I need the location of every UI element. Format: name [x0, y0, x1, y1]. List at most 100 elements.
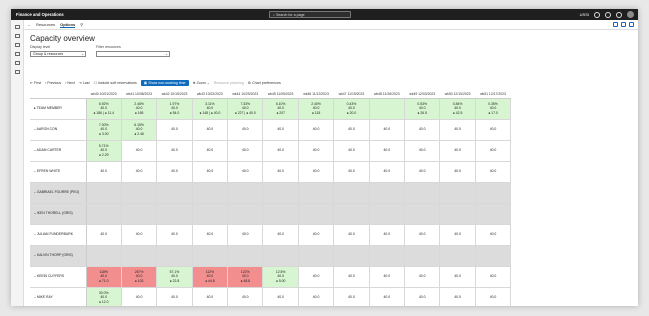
capacity-cell[interactable]: 40.0 — [439, 266, 476, 288]
capacity-cell[interactable] — [298, 245, 335, 267]
capacity-cell[interactable]: 40.0 — [369, 266, 406, 288]
table-row[interactable]: – AARON CON 7.00% 40.0 ● 3.00 6.15% 40.0 ● 2.4… — [30, 119, 512, 141]
capacity-cell[interactable] — [121, 182, 158, 204]
capacity-cell[interactable]: 40.0 — [475, 119, 512, 141]
capacity-cell[interactable]: 0.35% 40.0 ● 17.0 — [475, 98, 512, 120]
row-header[interactable]: – ADAM CARTER — [30, 140, 87, 162]
capacity-cell[interactable] — [475, 182, 512, 204]
capacity-cell[interactable]: 40.0 — [192, 287, 229, 306]
capacity-cell[interactable]: 7.00% 40.0 ● 3.00 — [86, 119, 122, 141]
capacity-cell[interactable]: 40.0 — [156, 224, 193, 246]
capacity-cell[interactable]: 40.0 — [439, 119, 476, 141]
workspaces-icon[interactable] — [14, 61, 20, 65]
capacity-cell[interactable]: 40.0 — [333, 140, 370, 162]
capacity-cell[interactable]: 40.0 — [475, 266, 512, 288]
back-button[interactable]: ← — [27, 22, 31, 27]
capacity-cell[interactable]: 2.40% 40.0 ● 115 — [298, 98, 335, 120]
display-level-select[interactable]: Group & resources ⌄ — [30, 51, 86, 57]
capacity-cell[interactable]: 40.0 — [156, 287, 193, 306]
capacity-cell[interactable] — [86, 203, 122, 225]
capacity-cell[interactable]: 40.0 — [262, 119, 299, 141]
capacity-cell[interactable]: 40.0 — [298, 161, 335, 183]
capacity-cell[interactable]: 40.0 — [369, 224, 406, 246]
capacity-cell[interactable]: 40.0 — [298, 287, 335, 306]
first-button[interactable]: ⇤ First — [30, 81, 41, 85]
capacity-cell[interactable]: 0.53% 40.0 ● 26.5 — [404, 98, 441, 120]
capacity-cell[interactable]: 40.0 — [404, 266, 441, 288]
capacity-cell[interactable]: 40.0 — [298, 140, 335, 162]
capacity-cell[interactable]: 40.0 — [369, 140, 406, 162]
search-icon[interactable]: ⚲ — [80, 22, 83, 27]
capacity-cell[interactable]: 30.0% 40.0 ● 12.0 — [86, 287, 122, 306]
capacity-cell[interactable]: 40.0 — [439, 140, 476, 162]
capacity-cell[interactable]: 6.10% 40.0 ● 207 — [262, 98, 299, 120]
action-resources[interactable]: Resources — [36, 22, 55, 27]
capacity-cell[interactable] — [192, 182, 229, 204]
capacity-cell[interactable]: 40.0 — [369, 119, 406, 141]
capacity-cell[interactable] — [227, 245, 264, 267]
capacity-cell[interactable]: 118% 40.0 ● 71.0 — [86, 266, 122, 288]
home-icon[interactable] — [14, 34, 20, 38]
capacity-cell[interactable] — [439, 182, 476, 204]
capacity-cell[interactable] — [333, 245, 370, 267]
capacity-cell[interactable]: 40.0 — [475, 224, 512, 246]
chart-preferences-button[interactable]: ⚙ Chart preferences — [248, 81, 281, 85]
capacity-cell[interactable] — [262, 203, 299, 225]
capacity-cell[interactable]: 40.0 — [156, 119, 193, 141]
capacity-cell[interactable]: 40.0 — [86, 161, 122, 183]
zoom-button[interactable]: ⊕ Zoom ⌄ — [193, 81, 210, 85]
capacity-cell[interactable]: 6.15% 40.0 ● 2.46 — [121, 119, 158, 141]
attach-icon[interactable] — [613, 22, 618, 27]
capacity-cell[interactable]: 40.0 — [439, 224, 476, 246]
capacity-cell[interactable]: 40.0 — [227, 140, 264, 162]
capacity-cell[interactable]: 1.97% 40.0 ● 54.0 — [156, 98, 193, 120]
action-options[interactable]: Options — [60, 22, 76, 28]
capacity-cell[interactable]: 40.0 — [156, 161, 193, 183]
capacity-cell[interactable]: 0.84% 40.0 ● 42.5 — [439, 98, 476, 120]
capacity-cell[interactable]: 40.0 — [439, 161, 476, 183]
capacity-cell[interactable]: 0.43% 40.0 ● 20.0 — [333, 98, 370, 120]
table-row[interactable]: ▸ TEAM MEMBER 6.92% 40.0 ● 186 | ● 11.4 2.46… — [30, 98, 512, 120]
capacity-cell[interactable]: 40.0 — [404, 224, 441, 246]
capacity-cell[interactable] — [227, 203, 264, 225]
row-header[interactable]: – AARON CON — [30, 119, 87, 141]
capacity-cell[interactable]: 257% 40.0 ● 103 — [121, 266, 158, 288]
notifications-icon[interactable] — [594, 11, 600, 18]
capacity-cell[interactable]: 40.0 — [227, 224, 264, 246]
last-button[interactable]: ⇥ Last — [79, 81, 90, 85]
capacity-cell[interactable]: 12.5% 40.0 ● 5.00 — [262, 266, 299, 288]
capacity-cell[interactable]: 40.0 — [262, 287, 299, 306]
capacity-cell[interactable] — [369, 245, 406, 267]
capacity-cell[interactable] — [262, 182, 299, 204]
capacity-cell[interactable]: 40.0 — [227, 287, 264, 306]
capacity-cell[interactable]: 40.0 — [404, 287, 441, 306]
capacity-cell[interactable] — [121, 203, 158, 225]
capacity-cell[interactable]: 57.1% 40.0 ● 22.8 — [156, 266, 193, 288]
capacity-cell[interactable] — [262, 245, 299, 267]
capacity-cell[interactable]: 40.0 — [121, 140, 158, 162]
capacity-cell[interactable]: 40.0 — [439, 287, 476, 306]
capacity-cell[interactable] — [86, 182, 122, 204]
row-header[interactable]: – MIKE RAY — [30, 287, 87, 306]
table-row[interactable]: – EFREN WHITE 40.0 40.0 40.0 40.0 40.0 40.0 40.… — [30, 161, 512, 183]
row-header[interactable]: ▸ TEAM MEMBER — [30, 98, 87, 120]
capacity-cell[interactable]: 40.0 — [121, 224, 158, 246]
table-row[interactable]: – KALVIN THORP (GRIS) — [30, 245, 512, 267]
capacity-cell[interactable]: 40.0 — [298, 266, 335, 288]
capacity-cell[interactable] — [156, 182, 193, 204]
capacity-cell[interactable] — [439, 203, 476, 225]
table-row[interactable]: – GABRIAEL FOURRE (PEG) — [30, 182, 512, 204]
capacity-cell[interactable] — [369, 98, 406, 120]
capacity-cell[interactable]: 40.0 — [333, 287, 370, 306]
capacity-cell[interactable]: 40.0 — [192, 224, 229, 246]
row-header[interactable]: – KEEIN CUYFERS — [30, 266, 87, 288]
capacity-cell[interactable]: 40.0 — [262, 140, 299, 162]
capacity-cell[interactable]: 40.0 — [333, 266, 370, 288]
capacity-cell[interactable]: 40.0 — [475, 161, 512, 183]
previous-button[interactable]: ‹ Previous — [45, 81, 61, 85]
table-row[interactable]: – JULIAN FUNDERBURK 40.0 40.0 40.0 40.0 40.0 4… — [30, 224, 512, 246]
row-header[interactable]: – IKEN THORELL (GRIS) — [30, 203, 87, 225]
capacity-cell[interactable] — [439, 245, 476, 267]
capacity-cell[interactable]: 40.0 — [298, 224, 335, 246]
capacity-cell[interactable]: 40.0 — [156, 140, 193, 162]
